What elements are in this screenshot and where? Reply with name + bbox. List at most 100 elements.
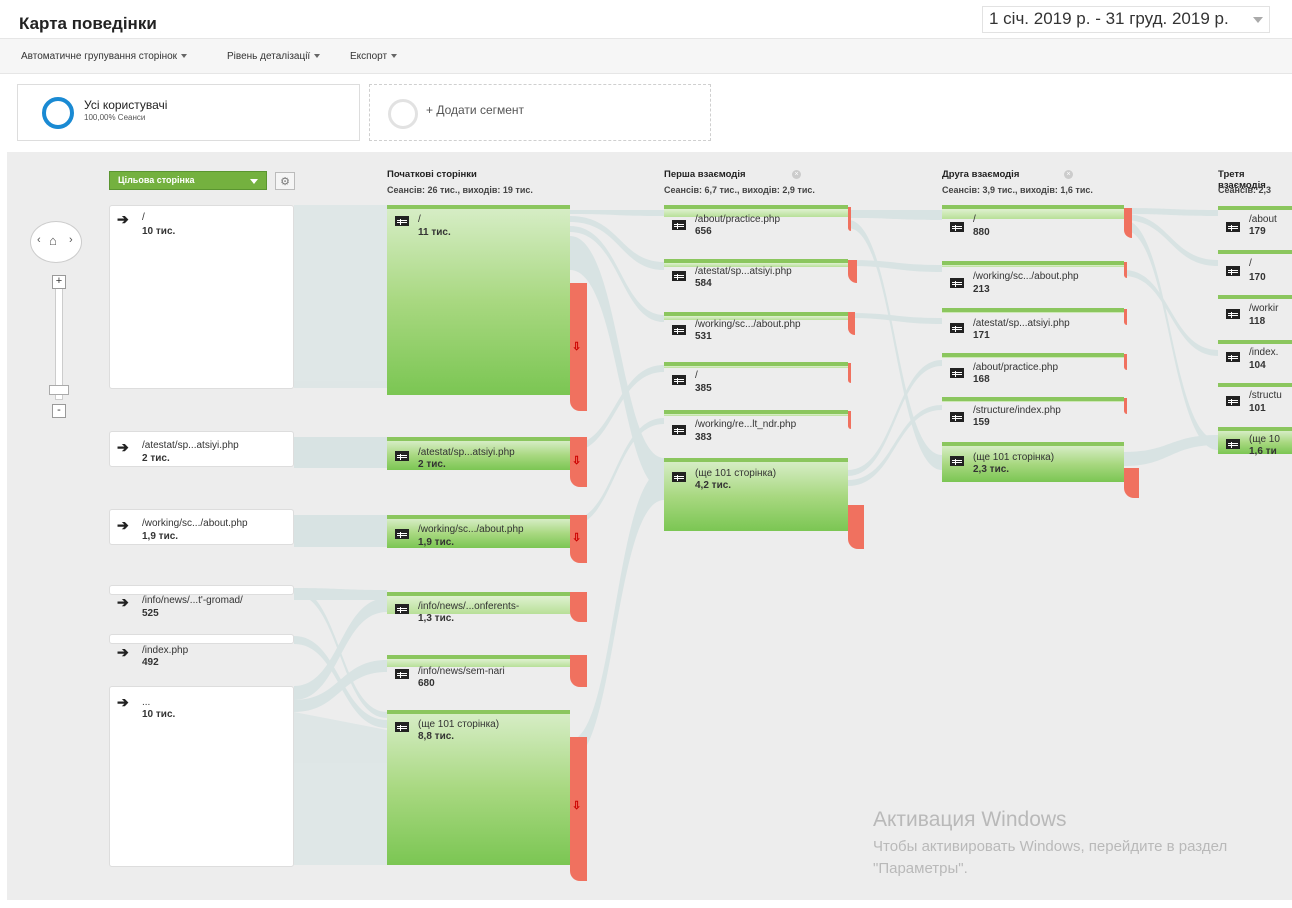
fork-arrow-icon: ➔ [117,694,129,710]
node-label: /working/sc.../about.php [142,518,248,529]
node-label: / [418,214,421,225]
node-value: 8,8 тис. [418,731,455,742]
zoom-slider-handle[interactable] [49,385,69,395]
zoom-pan-control[interactable]: ‹ ⌂ › [30,221,82,263]
dropoff-bar[interactable] [1124,398,1127,414]
node-value: 159 [973,417,990,428]
dimension-select-label: Цільова сторінка [118,175,195,185]
down-arrow-icon: ⇩ [572,800,582,812]
node-value: 880 [973,227,990,238]
dropoff-bar[interactable] [1124,309,1127,325]
dropoff-bar[interactable] [848,363,851,383]
node-value: 10 тис. [142,709,176,720]
remove-column-icon[interactable]: × [792,170,801,179]
column-stats-third: Сеансів: 2,3 [1218,185,1271,195]
dropoff-bar[interactable] [570,655,587,687]
page-icon [672,425,686,435]
node-label: (ще 101 сторінка) [418,719,500,730]
page-icon [395,604,409,614]
node-value: 680 [418,678,435,689]
node-label: / [973,214,976,225]
node-value: 10 тис. [142,226,176,237]
dimension-select[interactable]: Цільова сторінка [109,171,267,190]
zoom-in-button[interactable]: + [52,275,66,289]
column-title-second: Друга взаємодія [942,169,1020,180]
dropoff-bar[interactable] [570,592,587,622]
third-node[interactable] [1218,383,1292,387]
down-arrow-icon: ⇩ [572,455,582,467]
node-value: 584 [695,278,712,289]
start-node[interactable] [387,205,570,395]
node-value: 492 [142,657,159,668]
node-label: /structure/index.php [973,405,1061,416]
node-value: 1,9 тис. [418,537,455,548]
page-icon [950,323,964,333]
start-node[interactable] [387,710,570,865]
second-node[interactable] [942,397,1124,402]
page-icon [1226,396,1240,406]
dropoff-bar[interactable] [1124,208,1132,238]
second-node[interactable] [942,308,1124,313]
node-label: /working/sc.../about.php [973,271,1079,282]
node-label: /index.php [142,645,189,656]
page-icon [672,325,686,335]
dropoff-bar[interactable] [1124,354,1127,370]
second-node[interactable] [942,205,1124,219]
dropoff-bar[interactable] [1124,468,1139,498]
fork-arrow-icon: ➔ [117,517,129,533]
node-value: 531 [695,331,712,342]
dropoff-bar[interactable] [848,260,857,283]
dropoff-bar[interactable] [848,411,851,429]
node-label: /info/news/...t'-gromad/ [142,595,243,606]
landing-node[interactable] [109,634,294,644]
second-node[interactable] [942,353,1124,358]
page-icon [395,669,409,679]
pan-left-icon[interactable]: ‹ [37,234,41,246]
column-stats-first: Сеансів: 6,7 тис., виходів: 2,9 тис. [664,185,815,195]
node-value: 179 [1249,226,1266,237]
landing-node[interactable] [109,585,294,595]
dropoff-bar[interactable] [848,312,855,335]
page-icon [672,375,686,385]
node-label: /working/sc.../about.php [418,524,524,535]
first-node[interactable] [664,410,848,416]
page-icon [950,456,964,466]
page-icon [672,220,686,230]
page-icon [395,722,409,732]
node-label: /structu [1249,390,1282,401]
node-label: /working/re...lt_ndr.php [695,419,797,430]
node-label: ... [142,697,151,708]
pan-right-icon[interactable]: › [69,234,73,246]
page-icon [950,412,964,422]
node-value: 1,9 тис. [142,531,179,542]
page-icon [950,222,964,232]
zoom-out-button[interactable]: - [52,404,66,418]
third-node[interactable] [1218,340,1292,344]
home-icon[interactable]: ⌂ [49,233,57,248]
landing-node[interactable] [109,686,294,867]
remove-column-icon[interactable]: × [1064,170,1073,179]
page-icon [395,529,409,539]
gear-icon[interactable]: ⚙ [275,172,295,190]
zoom-slider-track[interactable] [55,288,63,400]
node-label: /working/sc.../about.php [695,319,801,330]
node-value: 170 [1249,272,1266,283]
second-node[interactable] [942,261,1124,267]
node-value: 525 [142,608,159,619]
third-node[interactable] [1218,206,1292,210]
first-node[interactable] [664,362,848,368]
chevron-down-icon [250,179,258,184]
node-label: (ще 101 сторінка) [973,452,1055,463]
dropoff-bar[interactable] [848,505,864,549]
node-value: 101 [1249,403,1266,414]
third-node[interactable] [1218,295,1292,299]
landing-node[interactable] [109,205,294,389]
node-value: 118 [1249,316,1266,327]
node-value: 2 тис. [142,453,170,464]
dropoff-bar[interactable] [848,207,851,231]
node-value: 168 [973,374,990,385]
third-node[interactable] [1218,250,1292,254]
node-label: /about/practice.php [973,362,1059,373]
dropoff-bar[interactable] [1124,262,1127,278]
page-icon [1226,266,1240,276]
